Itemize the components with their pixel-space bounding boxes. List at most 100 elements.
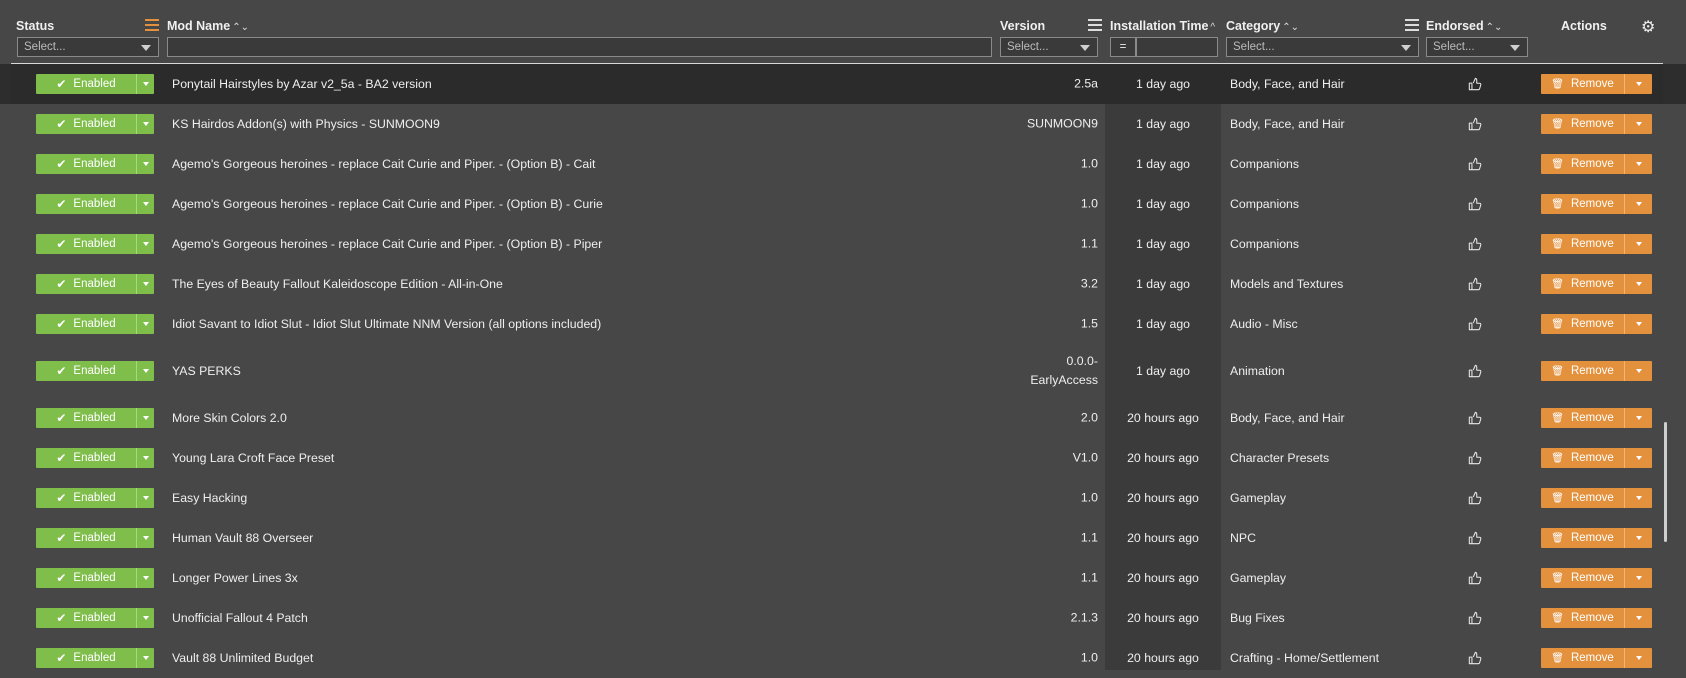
remove-dropdown-button[interactable] xyxy=(1624,608,1652,628)
remove-button-group[interactable]: 🗑 Remove xyxy=(1541,408,1652,428)
remove-button[interactable]: 🗑 Remove xyxy=(1541,448,1624,468)
status-toggle-button[interactable]: ✔ Enabled xyxy=(36,448,154,468)
remove-button-group[interactable]: 🗑 Remove xyxy=(1541,488,1652,508)
table-row[interactable]: ✔ Enabled Idiot Savant to Idiot Slut - Idi… xyxy=(0,304,1686,344)
mod-name[interactable]: Young Lara Croft Face Preset xyxy=(172,451,334,465)
status-dropdown-button[interactable] xyxy=(136,408,154,428)
enabled-button[interactable]: ✔ Enabled xyxy=(36,361,136,381)
mod-name[interactable]: Idiot Savant to Idiot Slut - Idiot Slut … xyxy=(172,317,601,331)
remove-button-group[interactable]: 🗑 Remove xyxy=(1541,528,1652,548)
thumbs-up-icon[interactable] xyxy=(1468,651,1482,665)
gear-icon[interactable]: ⚙ xyxy=(1641,17,1655,37)
endorsed-filter-select[interactable]: Select... xyxy=(1426,37,1528,57)
remove-button-group[interactable]: 🗑 Remove xyxy=(1541,448,1652,468)
thumbs-up-icon[interactable] xyxy=(1468,317,1482,331)
remove-button[interactable]: 🗑 Remove xyxy=(1541,488,1624,508)
enabled-button[interactable]: ✔ Enabled xyxy=(36,314,136,334)
table-row[interactable]: ✔ Enabled Easy Hacking 1.0 20 hours ago Gamep… xyxy=(0,478,1686,518)
remove-dropdown-button[interactable] xyxy=(1624,528,1652,548)
status-dropdown-button[interactable] xyxy=(136,568,154,588)
remove-button[interactable]: 🗑 Remove xyxy=(1541,528,1624,548)
thumbs-up-icon[interactable] xyxy=(1468,451,1482,465)
enabled-button[interactable]: ✔ Enabled xyxy=(36,568,136,588)
table-row[interactable]: ✔ Enabled Agemo's Gorgeous heroines - repl… xyxy=(0,144,1686,184)
remove-button[interactable]: 🗑 Remove xyxy=(1541,314,1624,334)
remove-button-group[interactable]: 🗑 Remove xyxy=(1541,648,1652,668)
status-toggle-button[interactable]: ✔ Enabled xyxy=(36,234,154,254)
column-header-category[interactable]: Category ⌃⌄ xyxy=(1226,19,1299,33)
mod-name[interactable]: Longer Power Lines 3x xyxy=(172,571,298,585)
status-toggle-button[interactable]: ✔ Enabled xyxy=(36,314,154,334)
table-row[interactable]: ✔ Enabled Vault 88 Unlimited Budget 1.0 20 h… xyxy=(0,638,1686,678)
enabled-button[interactable]: ✔ Enabled xyxy=(36,114,136,134)
mod-name[interactable]: Agemo's Gorgeous heroines - replace Cait… xyxy=(172,197,603,211)
remove-button-group[interactable]: 🗑 Remove xyxy=(1541,361,1652,381)
status-dropdown-button[interactable] xyxy=(136,648,154,668)
enabled-button[interactable]: ✔ Enabled xyxy=(36,648,136,668)
remove-button[interactable]: 🗑 Remove xyxy=(1541,74,1624,94)
thumbs-up-icon[interactable] xyxy=(1468,491,1482,505)
status-toggle-button[interactable]: ✔ Enabled xyxy=(36,194,154,214)
mod-name[interactable]: Easy Hacking xyxy=(172,491,247,505)
enabled-button[interactable]: ✔ Enabled xyxy=(36,488,136,508)
status-filter-toggle-icon[interactable] xyxy=(145,19,159,31)
enabled-button[interactable]: ✔ Enabled xyxy=(36,274,136,294)
enabled-button[interactable]: ✔ Enabled xyxy=(36,154,136,174)
column-header-installation-time[interactable]: Installation Time ^ xyxy=(1110,19,1215,33)
remove-button-group[interactable]: 🗑 Remove xyxy=(1541,194,1652,214)
status-dropdown-button[interactable] xyxy=(136,154,154,174)
mod-name[interactable]: Agemo's Gorgeous heroines - replace Cait… xyxy=(172,237,602,251)
status-dropdown-button[interactable] xyxy=(136,528,154,548)
status-toggle-button[interactable]: ✔ Enabled xyxy=(36,408,154,428)
remove-button-group[interactable]: 🗑 Remove xyxy=(1541,114,1652,134)
status-dropdown-button[interactable] xyxy=(136,74,154,94)
remove-button-group[interactable]: 🗑 Remove xyxy=(1541,274,1652,294)
status-dropdown-button[interactable] xyxy=(136,488,154,508)
enabled-button[interactable]: ✔ Enabled xyxy=(36,448,136,468)
install-time-operator[interactable]: = xyxy=(1110,37,1136,57)
enabled-button[interactable]: ✔ Enabled xyxy=(36,408,136,428)
enabled-button[interactable]: ✔ Enabled xyxy=(36,528,136,548)
thumbs-up-icon[interactable] xyxy=(1468,364,1482,378)
mod-name[interactable]: Human Vault 88 Overseer xyxy=(172,531,313,545)
remove-button-group[interactable]: 🗑 Remove xyxy=(1541,234,1652,254)
mod-name[interactable]: YAS PERKS xyxy=(172,364,241,378)
column-header-version[interactable]: Version xyxy=(1000,19,1045,33)
status-dropdown-button[interactable] xyxy=(136,194,154,214)
mod-name[interactable]: Ponytail Hairstyles by Azar v2_5a - BA2 … xyxy=(172,77,432,91)
table-row[interactable]: ✔ Enabled Agemo's Gorgeous heroines - repl… xyxy=(0,184,1686,224)
table-row[interactable]: ✔ Enabled Unofficial Fallout 4 Patch 2.1.3 2… xyxy=(0,598,1686,638)
remove-dropdown-button[interactable] xyxy=(1624,154,1652,174)
category-filter-toggle-icon[interactable] xyxy=(1405,19,1419,31)
table-row[interactable]: ✔ Enabled Young Lara Croft Face Preset V1.0… xyxy=(0,438,1686,478)
remove-dropdown-button[interactable] xyxy=(1624,488,1652,508)
remove-button-group[interactable]: 🗑 Remove xyxy=(1541,314,1652,334)
status-toggle-button[interactable]: ✔ Enabled xyxy=(36,274,154,294)
remove-button[interactable]: 🗑 Remove xyxy=(1541,608,1624,628)
remove-dropdown-button[interactable] xyxy=(1624,194,1652,214)
status-toggle-button[interactable]: ✔ Enabled xyxy=(36,648,154,668)
status-dropdown-button[interactable] xyxy=(136,114,154,134)
status-toggle-button[interactable]: ✔ Enabled xyxy=(36,154,154,174)
status-toggle-button[interactable]: ✔ Enabled xyxy=(36,608,154,628)
status-toggle-button[interactable]: ✔ Enabled xyxy=(36,114,154,134)
table-row[interactable]: ✔ Enabled Longer Power Lines 3x 1.1 20 hours… xyxy=(0,558,1686,598)
enabled-button[interactable]: ✔ Enabled xyxy=(36,74,136,94)
remove-button[interactable]: 🗑 Remove xyxy=(1541,568,1624,588)
mod-name[interactable]: KS Hairdos Addon(s) with Physics - SUNMO… xyxy=(172,117,440,131)
mod-name[interactable]: More Skin Colors 2.0 xyxy=(172,411,287,425)
thumbs-up-icon[interactable] xyxy=(1468,531,1482,545)
remove-button[interactable]: 🗑 Remove xyxy=(1541,234,1624,254)
remove-button[interactable]: 🗑 Remove xyxy=(1541,154,1624,174)
table-row[interactable]: ✔ Enabled More Skin Colors 2.0 2.0 20 hours … xyxy=(0,398,1686,438)
table-row[interactable]: ✔ Enabled Ponytail Hairstyles by Azar v2_5… xyxy=(0,64,1686,104)
remove-dropdown-button[interactable] xyxy=(1624,361,1652,381)
enabled-button[interactable]: ✔ Enabled xyxy=(36,608,136,628)
mod-name[interactable]: Vault 88 Unlimited Budget xyxy=(172,651,313,665)
mod-name-filter-input[interactable] xyxy=(167,37,992,57)
remove-dropdown-button[interactable] xyxy=(1624,274,1652,294)
remove-button-group[interactable]: 🗑 Remove xyxy=(1541,568,1652,588)
status-toggle-button[interactable]: ✔ Enabled xyxy=(36,528,154,548)
remove-button-group[interactable]: 🗑 Remove xyxy=(1541,74,1652,94)
status-filter-select[interactable]: Select... xyxy=(17,37,159,57)
